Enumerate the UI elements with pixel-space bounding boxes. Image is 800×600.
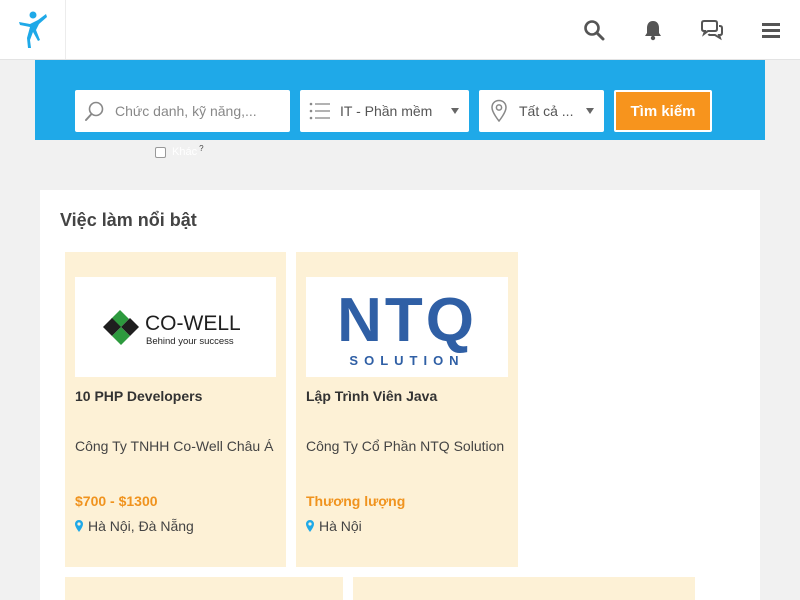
job-card[interactable]: [353, 577, 695, 600]
location-value: Tất cả ...: [519, 103, 574, 119]
salary: Thương lượng: [306, 493, 406, 509]
chevron-down-icon: [586, 108, 594, 114]
map-pin-icon: [306, 520, 314, 532]
job-card[interactable]: CO-WELL Behind your success 10 PHP Devel…: [65, 252, 286, 567]
map-pin-icon: [479, 90, 519, 132]
chat-icon[interactable]: [699, 17, 725, 43]
map-pin-icon: [75, 520, 83, 532]
featured-jobs-panel: Việc làm nổi bật CO-WELL Behind your suc…: [40, 190, 760, 600]
chevron-down-icon: [451, 108, 459, 114]
category-value: IT - Phần mềm: [340, 103, 433, 119]
logo-wordmark: NTQ: [337, 286, 477, 355]
search-button[interactable]: Tìm kiếm: [614, 90, 712, 132]
other-option[interactable]: Khác ?: [155, 144, 204, 158]
location-text: Hà Nội, Đà Nẵng: [88, 518, 194, 534]
help-icon[interactable]: ?: [199, 144, 203, 153]
company-name[interactable]: Công Ty Cổ Phần NTQ Solution: [306, 438, 504, 454]
job-card[interactable]: [65, 577, 343, 600]
search-icon[interactable]: [581, 17, 607, 43]
location-select[interactable]: Tất cả ...: [479, 90, 604, 132]
job-location: Hà Nội, Đà Nẵng: [75, 518, 194, 534]
salary: $700 - $1300: [75, 493, 158, 509]
search-icon: [75, 90, 115, 132]
logo[interactable]: [0, 0, 66, 59]
logo-tagline: Behind your success: [146, 336, 234, 347]
company-logo[interactable]: NTQ SOLUTION: [306, 277, 508, 377]
athlete-logo-icon: [18, 11, 47, 48]
logo-tagline: SOLUTION: [349, 353, 464, 368]
job-title[interactable]: 10 PHP Developers: [75, 388, 202, 404]
bell-icon[interactable]: [640, 17, 666, 43]
other-checkbox[interactable]: [155, 146, 166, 158]
job-location: Hà Nội: [306, 518, 362, 534]
category-select[interactable]: IT - Phần mềm: [300, 90, 469, 132]
company-name[interactable]: Công Ty TNHH Co-Well Châu Á: [75, 438, 273, 454]
cowell-logo-icon: CO-WELL Behind your success: [102, 310, 241, 347]
job-card[interactable]: NTQ SOLUTION Lập Trình Viên Java Công Ty…: [296, 252, 518, 567]
list-icon: [300, 90, 340, 132]
section-title: Việc làm nổi bật: [60, 210, 197, 230]
logo-wordmark: CO-WELL: [145, 312, 241, 335]
keyword-input[interactable]: [115, 103, 275, 119]
keyword-field[interactable]: [75, 90, 290, 132]
ntq-logo-icon: NTQ SOLUTION: [337, 286, 477, 368]
menu-icon[interactable]: [758, 17, 784, 43]
other-label: Khác: [172, 146, 198, 158]
top-header: [0, 0, 800, 60]
job-title[interactable]: Lập Trình Viên Java: [306, 388, 437, 404]
location-text: Hà Nội: [319, 518, 362, 534]
search-band: IT - Phần mềm Tất cả ... Tìm kiếm: [35, 60, 765, 140]
company-logo[interactable]: CO-WELL Behind your success: [75, 277, 276, 377]
